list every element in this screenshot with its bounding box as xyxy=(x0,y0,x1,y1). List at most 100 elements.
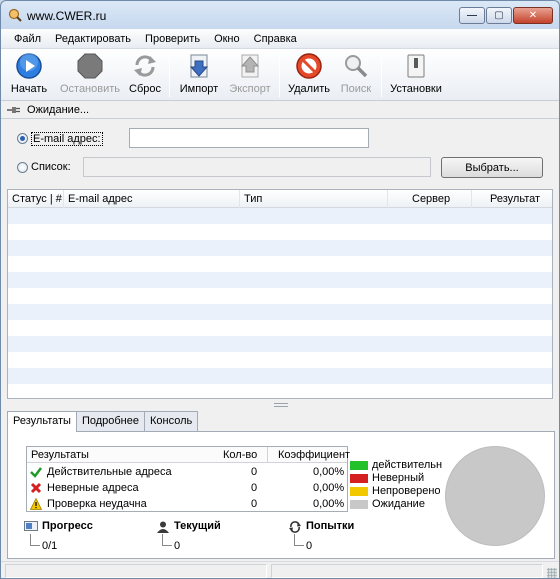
column-result[interactable]: Результат xyxy=(472,190,552,208)
cross-icon xyxy=(30,482,42,494)
maximize-icon: ▢ xyxy=(494,10,504,21)
check-icon xyxy=(30,467,42,478)
tab-console[interactable]: Консоль xyxy=(143,411,199,431)
minimize-icon: — xyxy=(467,10,477,21)
results-count: 0 xyxy=(251,498,258,510)
menu-file[interactable]: Файл xyxy=(7,33,48,45)
results-row-failed: Проверка неудачна 0 0,00% xyxy=(27,496,347,512)
results-table-header: Результаты Кол-во Коэффициент xyxy=(27,447,350,463)
tree-line xyxy=(162,534,172,546)
list-field[interactable] xyxy=(83,157,431,177)
legend-label: Неверный xyxy=(372,472,425,484)
results-count: 0 xyxy=(251,466,258,478)
table-row[interactable] xyxy=(8,320,552,336)
results-ratio: 0,00% xyxy=(313,498,345,510)
column-server[interactable]: Сервер xyxy=(388,190,472,208)
legend-swatch xyxy=(350,461,368,470)
close-icon: ✕ xyxy=(528,10,538,21)
search-button[interactable]: Поиск xyxy=(337,51,375,99)
stop-icon xyxy=(77,53,103,79)
menu-edit[interactable]: Редактировать xyxy=(48,33,138,45)
progress-value: 0/1 xyxy=(42,540,58,552)
toolbar-separator xyxy=(381,53,382,97)
refresh-icon xyxy=(134,55,156,77)
menu-bar: Файл Редактировать Проверить Окно Справк… xyxy=(1,29,559,49)
menu-window[interactable]: Окно xyxy=(207,33,247,45)
table-row[interactable] xyxy=(8,224,552,240)
title-bar: www.CWER.ru — ▢ ✕ xyxy=(1,1,559,29)
table-row[interactable] xyxy=(8,208,552,224)
header-results: Результаты xyxy=(31,449,89,461)
results-ratio: 0,00% xyxy=(313,482,345,494)
reset-button[interactable]: Сброс xyxy=(125,51,165,99)
start-button[interactable]: Начать xyxy=(9,51,49,99)
header-count: Кол-во xyxy=(223,449,258,461)
table-row[interactable] xyxy=(8,368,552,384)
tab-details[interactable]: Подробнее xyxy=(75,411,145,431)
splitter-grip[interactable] xyxy=(274,403,288,407)
stop-button[interactable]: Остановить xyxy=(59,51,121,99)
search-icon xyxy=(345,55,368,78)
results-count: 0 xyxy=(251,482,258,494)
status-bar xyxy=(1,561,559,578)
table-row[interactable] xyxy=(8,240,552,256)
app-icon xyxy=(8,8,22,22)
email-radio[interactable] xyxy=(17,133,28,144)
stop-label: Остановить xyxy=(59,83,121,95)
delete-label: Удалить xyxy=(288,83,330,95)
tab-results[interactable]: Результаты xyxy=(7,411,77,432)
settings-button[interactable]: Установки xyxy=(389,51,443,99)
choose-button[interactable]: Выбрать... xyxy=(441,157,543,178)
table-row[interactable] xyxy=(8,304,552,320)
table-row[interactable] xyxy=(8,352,552,368)
splitter[interactable] xyxy=(1,400,559,410)
export-icon xyxy=(240,54,260,78)
column-type[interactable]: Тип xyxy=(240,190,388,208)
tree-line xyxy=(30,534,40,546)
table-row[interactable] xyxy=(8,336,552,352)
table-row[interactable] xyxy=(8,288,552,304)
tree-line xyxy=(294,534,304,546)
attempts-value: 0 xyxy=(306,540,313,552)
import-label: Импорт xyxy=(179,83,219,95)
column-status[interactable]: Статус | # xyxy=(8,190,64,208)
switch-icon xyxy=(407,54,425,78)
import-button[interactable]: Импорт xyxy=(177,51,221,99)
retry-icon xyxy=(289,521,301,533)
maximize-button[interactable]: ▢ xyxy=(486,7,512,24)
results-table: Результаты Кол-во Коэффициент Действител… xyxy=(26,446,350,512)
email-grid[interactable]: Статус | # E-mail адрес Тип Сервер Резул… xyxy=(7,189,553,399)
menu-check[interactable]: Проверить xyxy=(138,33,207,45)
settings-label: Установки xyxy=(390,83,442,95)
export-button[interactable]: Экспорт xyxy=(227,51,273,99)
toolbar-separator xyxy=(279,53,280,97)
plug-icon xyxy=(7,106,20,113)
table-row[interactable] xyxy=(8,256,552,272)
play-icon xyxy=(16,53,42,79)
list-radio[interactable] xyxy=(17,162,28,173)
table-row[interactable] xyxy=(8,384,552,398)
results-row-invalid: Неверные адреса 0 0,00% xyxy=(27,480,347,496)
delete-icon xyxy=(296,53,322,79)
results-ratio: 0,00% xyxy=(313,466,345,478)
legend-label: Ожидание xyxy=(372,498,425,510)
resize-grip[interactable] xyxy=(547,568,557,578)
legend-label: действительн xyxy=(372,459,443,471)
user-icon xyxy=(157,521,169,533)
input-form: E-mail адрес: Список: Выбрать... xyxy=(1,120,559,188)
close-button[interactable]: ✕ xyxy=(513,7,553,24)
menu-help[interactable]: Справка xyxy=(247,33,304,45)
results-label: Неверные адреса xyxy=(47,482,139,494)
toolbar: Начать Остановить Сброс Импорт Экспорт У… xyxy=(1,49,559,101)
delete-button[interactable]: Удалить xyxy=(287,51,331,99)
legend-swatch xyxy=(350,487,368,496)
minimize-button[interactable]: — xyxy=(459,7,485,24)
column-email[interactable]: E-mail адрес xyxy=(64,190,240,208)
import-icon xyxy=(189,54,209,78)
table-row[interactable] xyxy=(8,272,552,288)
app-window: www.CWER.ru — ▢ ✕ Файл Редактировать Про… xyxy=(0,0,560,579)
window-title: www.CWER.ru xyxy=(27,9,107,23)
tab-bar: Результаты Подробнее Консоль xyxy=(7,411,199,432)
status-pane xyxy=(5,564,267,578)
email-field[interactable] xyxy=(129,128,369,148)
